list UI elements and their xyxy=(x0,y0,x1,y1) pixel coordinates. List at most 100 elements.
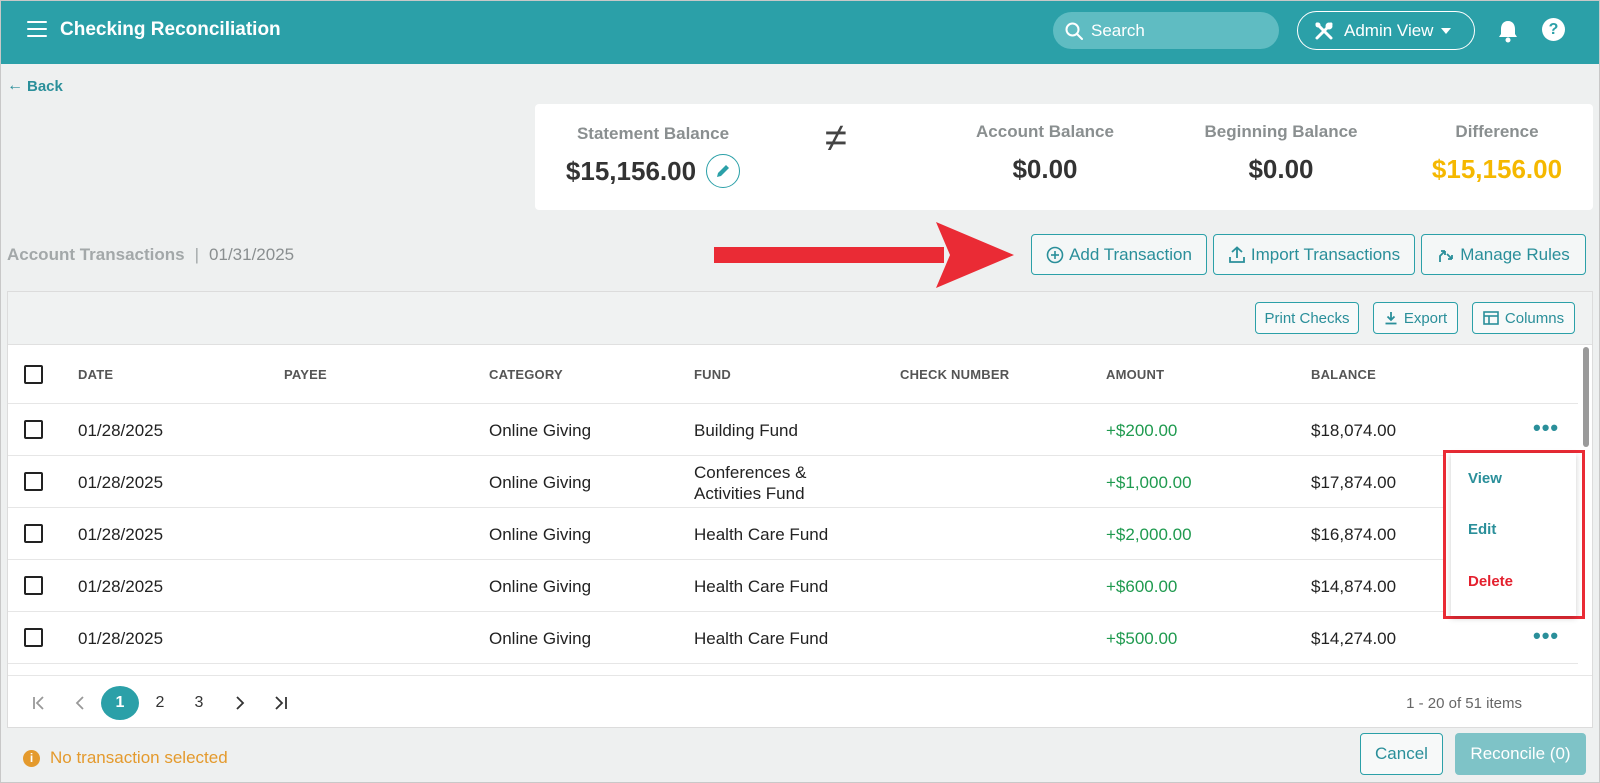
grid-toolbar: Print Checks Export Columns xyxy=(8,292,1592,345)
last-page-icon[interactable] xyxy=(268,686,292,720)
context-menu-panel: View Edit Delete xyxy=(1451,453,1576,616)
tools-icon xyxy=(1315,22,1333,39)
row-actions-icon[interactable]: ••• xyxy=(1533,625,1559,647)
cell-date: 01/28/2025 xyxy=(78,577,164,596)
first-page-icon[interactable] xyxy=(28,686,52,720)
cell-date: 01/28/2025 xyxy=(78,629,164,648)
account-balance: Account Balance $0.00 xyxy=(935,122,1155,185)
difference-value: $15,156.00 xyxy=(1431,154,1563,184)
not-equal-icon: ≠ xyxy=(825,116,847,160)
cell-category: Online Giving xyxy=(489,421,592,440)
page-button-3[interactable]: 3 xyxy=(187,686,211,720)
search-icon xyxy=(1065,22,1083,40)
help-icon[interactable]: ? xyxy=(1542,18,1565,41)
cell-fund-line1: Building Fund xyxy=(694,421,798,440)
column-header-date[interactable]: DATE xyxy=(78,367,113,382)
row-checkbox[interactable] xyxy=(24,628,43,647)
search-box[interactable] xyxy=(1053,12,1279,49)
edit-statement-balance-button[interactable] xyxy=(706,154,741,188)
cell-balance: $14,874.00 xyxy=(1311,577,1397,596)
annotation-arrow-icon xyxy=(714,222,1014,288)
cell-fund-line1: Conferences & xyxy=(694,463,807,482)
previous-page-icon[interactable] xyxy=(68,686,92,720)
beginning-balance: Beginning Balance $0.00 xyxy=(1171,122,1391,185)
cancel-button[interactable]: Cancel xyxy=(1360,733,1443,775)
hamburger-icon[interactable] xyxy=(27,21,47,37)
row-checkbox[interactable] xyxy=(24,420,43,439)
menu-item-delete[interactable]: Delete xyxy=(1468,573,1513,590)
add-transaction-label: Add Transaction xyxy=(1069,244,1192,264)
cell-date: 01/28/2025 xyxy=(78,473,164,492)
back-label: Back xyxy=(27,77,63,95)
cell-category: Online Giving xyxy=(489,577,592,596)
column-header-amount[interactable]: AMOUNT xyxy=(1106,367,1164,382)
row-checkbox[interactable] xyxy=(24,524,43,543)
column-header-check-number[interactable]: CHECK NUMBER xyxy=(900,367,1009,382)
table-row[interactable]: 01/28/2025 Online Giving Health Care Fun… xyxy=(8,612,1578,664)
menu-item-edit[interactable]: Edit xyxy=(1468,521,1496,538)
columns-label: Columns xyxy=(1504,309,1565,327)
table-row[interactable]: 01/28/2025 Online Giving Building Fund +… xyxy=(8,404,1578,456)
pencil-icon xyxy=(717,165,730,177)
table-row[interactable]: 01/28/2025 Online Giving Conferences & Ac… xyxy=(8,456,1578,508)
beginning-balance-value: $0.00 xyxy=(1248,154,1314,184)
cell-amount: +$500.00 xyxy=(1106,629,1178,648)
statement-balance-value: $15,156.00 xyxy=(565,155,697,186)
info-icon: i xyxy=(23,749,40,767)
export-button[interactable]: Export xyxy=(1373,302,1458,334)
table-row[interactable]: 01/28/2025 Online Giving Health Care Fun… xyxy=(8,560,1578,612)
cell-fund: Health Care Fund xyxy=(694,576,828,597)
columns-button[interactable]: Columns xyxy=(1472,302,1575,334)
account-transactions-heading: Account Transactions | 01/31/2025 xyxy=(7,245,294,265)
reconcile-button[interactable]: Reconcile (0) xyxy=(1455,733,1586,775)
page-button-1[interactable]: 1 xyxy=(101,686,139,720)
add-transaction-button[interactable]: Add Transaction xyxy=(1031,234,1207,275)
account-balance-value: $0.00 xyxy=(1012,154,1078,184)
cell-fund-line2: Activities Fund xyxy=(694,484,805,503)
next-page-icon[interactable] xyxy=(228,686,252,720)
row-context-menu: View Edit Delete xyxy=(1443,450,1585,619)
page-button-2[interactable]: 2 xyxy=(148,686,172,720)
app-window: Checking Reconciliation Admin View ? ← B… xyxy=(0,0,1600,783)
import-transactions-button[interactable]: Import Transactions xyxy=(1213,234,1415,275)
rules-icon xyxy=(1439,249,1454,262)
search-input[interactable] xyxy=(1091,20,1261,41)
section-title: Account Transactions xyxy=(7,245,185,264)
bell-icon[interactable] xyxy=(1497,19,1519,48)
selection-status: i No transaction selected xyxy=(23,748,228,768)
cell-balance: $17,874.00 xyxy=(1311,473,1397,492)
difference-label: Difference xyxy=(1455,122,1539,141)
row-checkbox[interactable] xyxy=(24,576,43,595)
column-header-balance[interactable]: BALANCE xyxy=(1311,367,1376,382)
row-actions-icon[interactable]: ••• xyxy=(1533,417,1559,439)
select-all-checkbox[interactable] xyxy=(24,365,43,384)
table-row[interactable]: 01/28/2025 Online Giving Health Care Fun… xyxy=(8,508,1578,560)
cell-category: Online Giving xyxy=(489,629,592,648)
print-checks-button[interactable]: Print Checks xyxy=(1255,302,1359,334)
table-header: DATE PAYEE CATEGORY FUND CHECK NUMBER AM… xyxy=(8,345,1578,404)
column-header-payee[interactable]: PAYEE xyxy=(284,367,327,382)
balance-summary-card: Statement Balance $15,156.00 ≠ Account B… xyxy=(535,104,1593,210)
row-checkbox[interactable] xyxy=(24,472,43,491)
scrollbar-thumb[interactable] xyxy=(1583,347,1589,447)
admin-view-dropdown[interactable]: Admin View xyxy=(1297,11,1475,50)
manage-rules-label: Manage Rules xyxy=(1460,244,1570,264)
admin-view-label: Admin View xyxy=(1344,20,1434,40)
cell-balance: $18,074.00 xyxy=(1311,421,1397,440)
cell-fund: Building Fund xyxy=(694,420,798,441)
import-transactions-label: Import Transactions xyxy=(1250,244,1401,264)
column-header-category[interactable]: CATEGORY xyxy=(489,367,563,382)
menu-item-view[interactable]: View xyxy=(1468,470,1502,487)
cell-balance: $14,274.00 xyxy=(1311,629,1397,648)
column-header-fund[interactable]: FUND xyxy=(694,367,731,382)
manage-rules-button[interactable]: Manage Rules xyxy=(1421,234,1586,275)
cell-date: 01/28/2025 xyxy=(78,525,164,544)
cell-fund: Conferences & Activities Fund xyxy=(694,462,806,504)
back-link[interactable]: ← Back xyxy=(7,77,63,95)
cell-amount: +$2,000.00 xyxy=(1106,525,1192,544)
plus-circle-icon xyxy=(1046,246,1064,263)
cell-amount: +$1,000.00 xyxy=(1106,473,1192,492)
pagination-info: 1 - 20 of 51 items xyxy=(1406,695,1522,712)
cell-fund-line1: Health Care Fund xyxy=(694,525,829,544)
print-checks-label: Print Checks xyxy=(1264,309,1350,327)
